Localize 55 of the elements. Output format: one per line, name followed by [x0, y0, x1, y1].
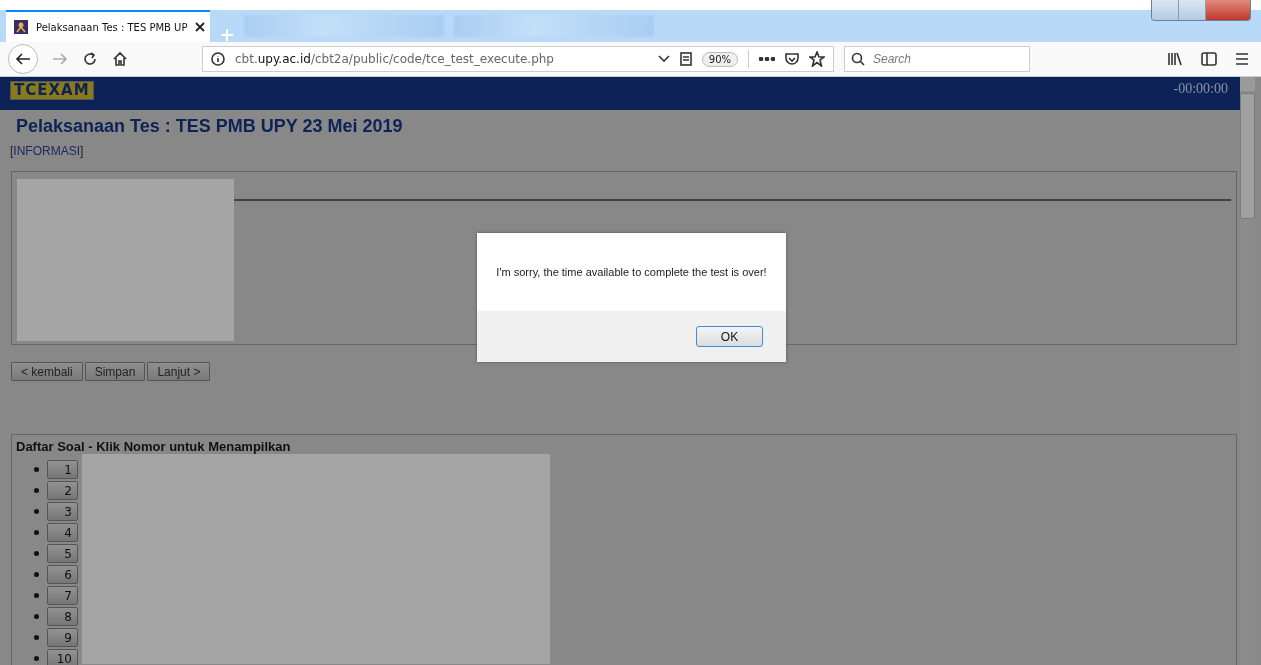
tab-title: Pelaksanaan Tes : TES PMB UP [36, 21, 188, 33]
library-icon[interactable] [1167, 52, 1183, 66]
question-number-button[interactable]: 3 [47, 502, 78, 521]
url-text: cbt.upy.ac.id/cbt2a/public/code/tce_test_execute.php [235, 52, 554, 66]
question-list-title: Daftar Soal - Klik Nomor untuk Menampilkan [15, 438, 292, 454]
bullet-icon [34, 635, 39, 640]
bullet-icon [34, 614, 39, 619]
bullet-icon [34, 593, 39, 598]
timer: -00:00:00 [1173, 81, 1229, 97]
chevron-down-icon[interactable] [657, 55, 670, 63]
question-number-button[interactable]: 8 [47, 607, 78, 626]
sidebar-icon[interactable] [1201, 52, 1217, 66]
bracket: [ [10, 144, 14, 158]
dialog-message: I'm sorry, the time available to complete the test is over! [495, 265, 768, 280]
logo: TCEXAM [10, 81, 94, 100]
zoom-level[interactable]: 90% [701, 51, 738, 67]
reload-icon[interactable] [82, 51, 98, 67]
reader-view-icon[interactable] [679, 52, 692, 66]
question-number-button[interactable]: 5 [47, 544, 78, 563]
address-bar[interactable]: cbt.upy.ac.id/cbt2a/public/code/tce_test_execute.php 90% [202, 46, 834, 72]
search-field[interactable]: Search [844, 46, 1030, 72]
site-logo-icon [14, 20, 28, 34]
question-number-button[interactable]: 4 [47, 523, 78, 542]
search-icon [851, 52, 865, 66]
bullet-icon [34, 509, 39, 514]
bullet-icon [34, 551, 39, 556]
bullet-icon [34, 530, 39, 535]
shield-icon[interactable] [785, 52, 799, 66]
ok-button[interactable]: OK [696, 326, 763, 347]
nav-button[interactable]: < kembali [11, 362, 83, 381]
question-number-button[interactable]: 7 [47, 586, 78, 605]
back-button[interactable] [8, 44, 38, 74]
nav-button[interactable]: Simpan [84, 362, 146, 381]
bullet-icon [34, 488, 39, 493]
bullet-icon [34, 467, 39, 472]
page-title: Pelaksanaan Tes : TES PMB UPY 23 Mei 2019 [15, 115, 404, 137]
question-number-button[interactable]: 9 [47, 628, 78, 647]
back-arrow-icon [15, 52, 31, 66]
question-number-button[interactable]: 2 [47, 481, 78, 500]
nav-button[interactable]: Lanjut > [147, 362, 211, 381]
more-icon[interactable] [759, 57, 775, 61]
home-icon[interactable] [112, 51, 128, 67]
info-icon [211, 52, 225, 66]
bullet-icon [34, 656, 39, 661]
star-icon[interactable] [809, 51, 825, 67]
close-icon[interactable] [195, 22, 206, 32]
bullet-icon [34, 572, 39, 577]
info-link[interactable]: INFORMASI [13, 144, 80, 158]
question-number-button[interactable]: 1 [47, 460, 78, 479]
question-number-button[interactable]: 6 [47, 565, 78, 584]
browser-tab[interactable]: Pelaksanaan Tes : TES PMB UP [6, 10, 210, 42]
question-number-button[interactable]: 10 [47, 649, 78, 665]
scrollbar[interactable] [1240, 77, 1255, 665]
bracket: ] [80, 144, 84, 158]
menu-icon[interactable] [1235, 53, 1249, 65]
